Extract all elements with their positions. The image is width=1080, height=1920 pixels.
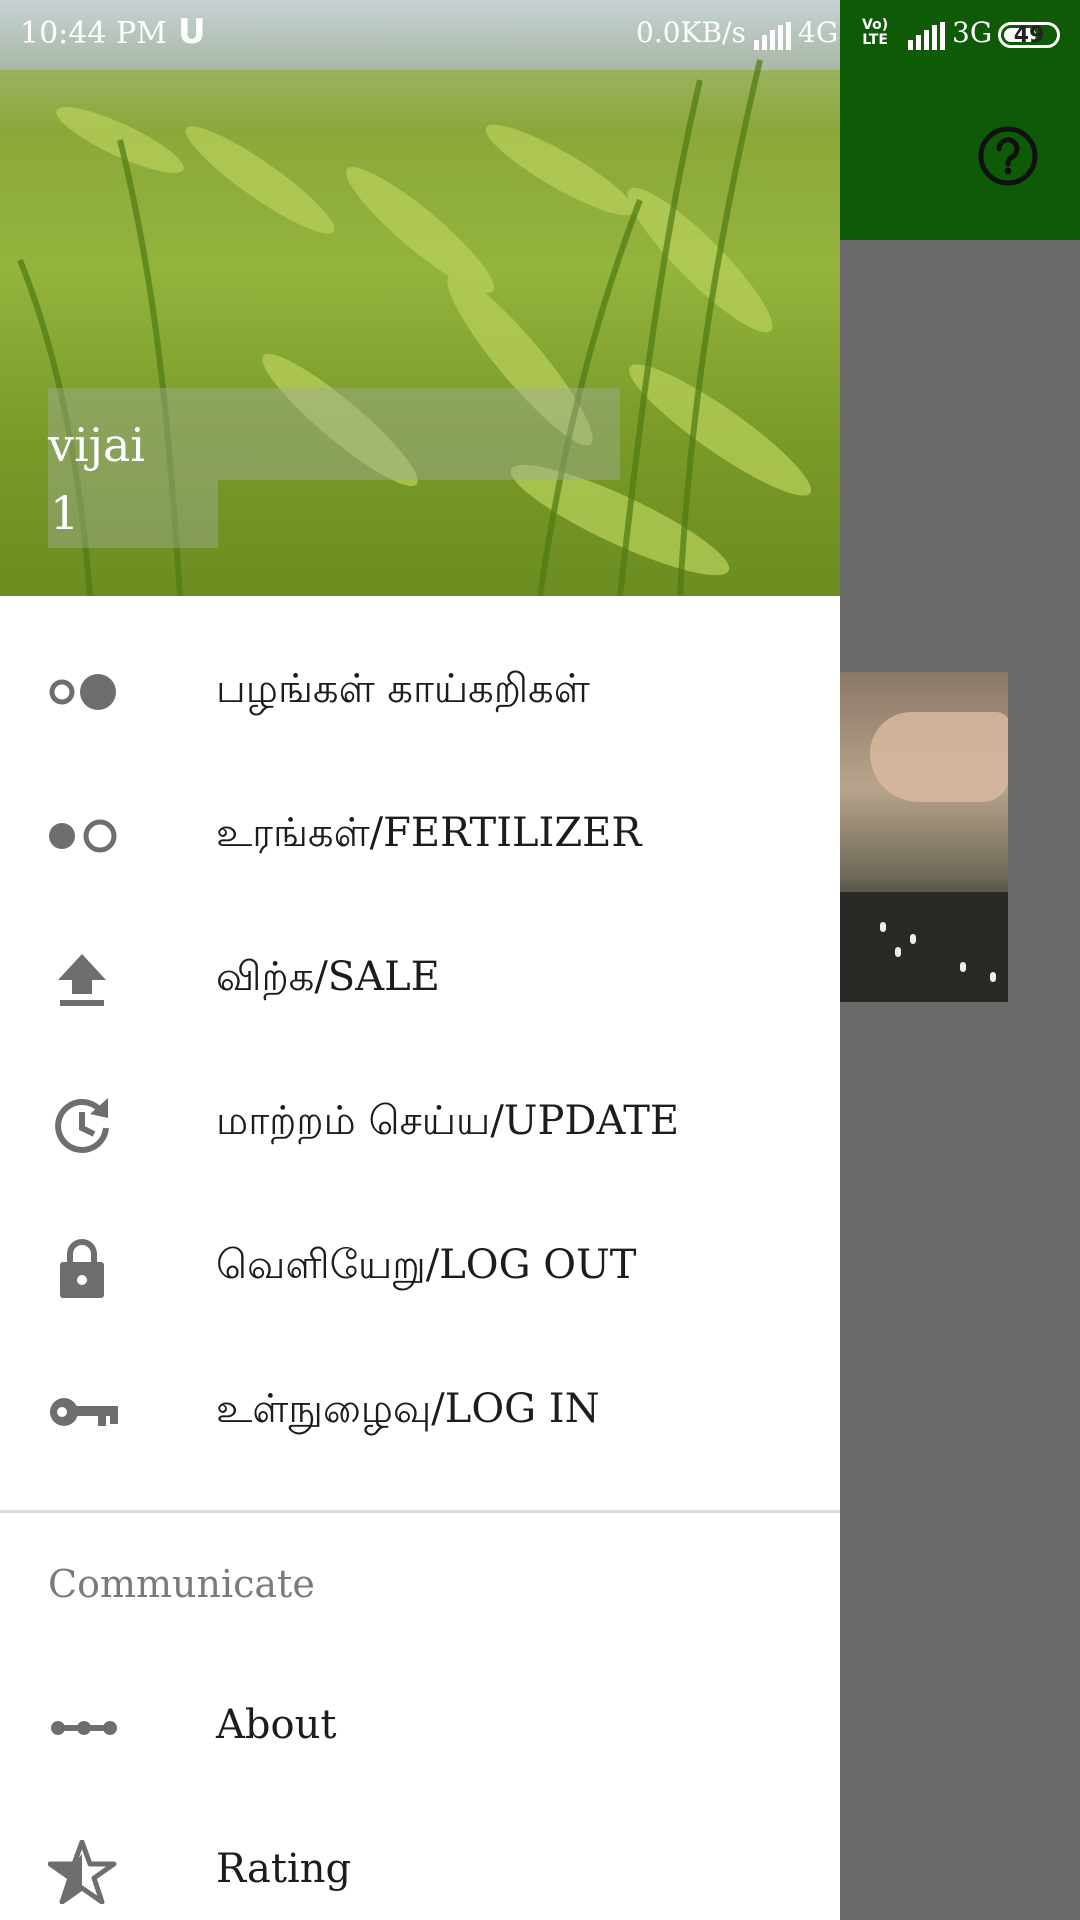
signal-icon-2 (908, 22, 945, 50)
menu-divider (0, 1510, 840, 1513)
menu-label: மாற்றம் செய்ய/UPDATE (216, 1098, 680, 1144)
upload-icon (48, 948, 120, 1012)
status-bar: 10:44 PM U 0.0KB/s 4G Vo) LTE 3G 49 (0, 0, 1080, 72)
signal-icon (754, 22, 791, 50)
menu-label: உரங்கள்/FERTILIZER (216, 810, 642, 856)
status-time: 10:44 PM (20, 16, 167, 51)
menu-label: Rating (216, 1846, 352, 1892)
help-icon[interactable] (976, 124, 1040, 188)
menu-label: பழங்கள் காய்கறிகள் (216, 666, 590, 712)
battery-level: 49 (1013, 23, 1045, 48)
menu-label: உள்நுழைவு/LOG IN (216, 1386, 600, 1432)
volte-top: Vo) (862, 17, 889, 33)
network-speed: 0.0KB/s (636, 16, 746, 49)
update-clock-icon (48, 1092, 120, 1156)
carrier-u-icon: U (178, 12, 206, 52)
volte-bottom: LTE (862, 32, 888, 48)
menu-item-about[interactable]: About (0, 1656, 840, 1800)
menu-label: வெளியேறு/LOG OUT (216, 1242, 637, 1288)
timeline-icon (48, 1696, 120, 1760)
fertilizer-card-image[interactable] (840, 672, 1008, 1002)
menu-label: About (216, 1702, 337, 1748)
menu-item-rating[interactable]: Rating (0, 1800, 840, 1920)
profile-id: 1 (50, 486, 80, 540)
navigation-drawer: vijai 1 பழங்கள் காய்கறிகள் உரங்கள்/FERTI… (0, 0, 840, 1920)
profile-name: vijai (48, 418, 146, 472)
section-title-communicate: Communicate (48, 1562, 315, 1606)
network-type-4g: 4G (798, 16, 839, 49)
lock-icon (48, 1236, 120, 1300)
battery-icon: 49 (998, 22, 1060, 48)
menu-label: விற்க/SALE (216, 954, 440, 1000)
menu-item-logout[interactable]: வெளியேறு/LOG OUT (0, 1196, 840, 1340)
menu-item-sale[interactable]: விற்க/SALE (0, 908, 840, 1052)
key-icon (48, 1380, 120, 1444)
menu-item-update[interactable]: மாற்றம் செய்ய/UPDATE (0, 1052, 840, 1196)
toggle-off-icon (48, 660, 120, 724)
star-icon (48, 1840, 120, 1904)
toggle-on-icon (48, 804, 120, 868)
menu-item-login[interactable]: உள்நுழைவு/LOG IN (0, 1340, 840, 1484)
menu-item-fertilizer[interactable]: உரங்கள்/FERTILIZER (0, 764, 840, 908)
drawer-header: vijai 1 (0, 0, 840, 596)
menu-item-fruits-vegetables[interactable]: பழங்கள் காய்கறிகள் (0, 620, 840, 764)
volte-icon: Vo) LTE (862, 18, 888, 48)
network-type-3g: 3G (952, 16, 993, 49)
